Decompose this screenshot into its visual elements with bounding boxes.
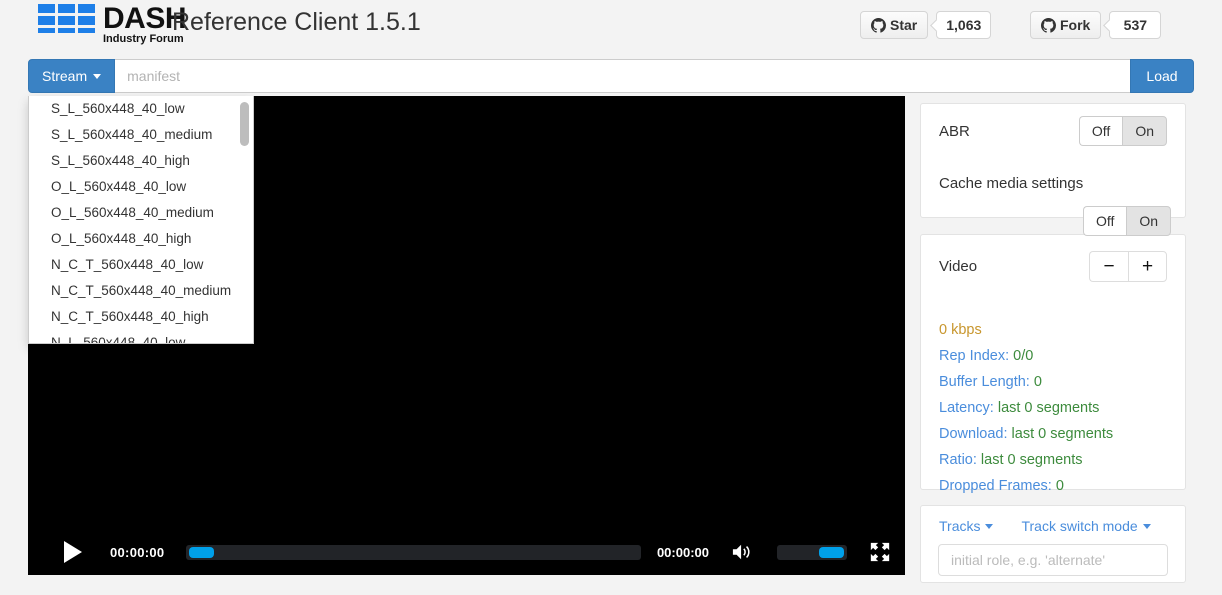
dropdown-item[interactable]: S_L_560x448_40_medium	[29, 122, 253, 148]
stat-row: Ratio: last 0 segments	[939, 447, 1167, 473]
stat-row: Download: last 0 segments	[939, 421, 1167, 447]
chevron-down-icon	[93, 73, 102, 79]
stat-key: Latency:	[939, 400, 998, 416]
cache-on-button[interactable]: On	[1126, 206, 1172, 236]
stat-row: Latency: last 0 segments	[939, 395, 1167, 421]
stat-bitrate: 0 kbps	[939, 322, 982, 338]
stat-value: 0	[1055, 478, 1064, 494]
stat-value: 0	[1033, 374, 1042, 390]
dropdown-item[interactable]: N_L_560x448_40_low	[29, 330, 253, 343]
dropdown-item[interactable]: N_C_T_560x448_40_high	[29, 304, 253, 330]
abr-panel: ABR Off On Cache media settings	[920, 103, 1186, 218]
tracks-dropdown[interactable]: Tracks	[939, 518, 994, 534]
volume-icon[interactable]	[731, 542, 753, 562]
cache-media-label: Cache media settings	[939, 174, 1084, 192]
chevron-down-icon	[985, 523, 994, 529]
track-switch-mode-dropdown[interactable]: Track switch mode	[1021, 518, 1151, 534]
current-time: 00:00:00	[110, 544, 165, 560]
tracks-dropdown-label: Tracks	[939, 518, 981, 534]
volume-handle[interactable]	[819, 546, 844, 558]
stat-key: Buffer Length:	[939, 374, 1034, 390]
tracks-panel: Tracks Track switch mode	[920, 505, 1186, 583]
dropdown-item[interactable]: N_C_T_560x448_40_low	[29, 252, 253, 278]
stat-row: Buffer Length: 0	[939, 369, 1167, 395]
volume-slider[interactable]	[777, 544, 847, 560]
page-title: Reference Client 1.5.1	[172, 8, 421, 36]
github-star-count[interactable]: 1,063	[936, 11, 992, 39]
stat-row: Rep Index: 0/0	[939, 343, 1167, 369]
chevron-down-icon	[1142, 523, 1151, 529]
quality-decrease-button[interactable]: −	[1089, 250, 1128, 282]
stat-key: Dropped Frames:	[939, 478, 1056, 494]
dropdown-item[interactable]: O_L_560x448_40_medium	[29, 200, 253, 226]
cache-off-button[interactable]: Off	[1083, 206, 1127, 236]
quality-stepper[interactable]: − +	[1089, 250, 1167, 282]
seek-handle[interactable]	[189, 546, 215, 558]
dropdown-scrollbar[interactable]	[240, 98, 251, 342]
tracks-row: Tracks Track switch mode	[921, 506, 1185, 534]
github-fork-group: Fork 537	[1030, 11, 1162, 39]
github-fork-button[interactable]: Fork	[1030, 11, 1102, 39]
abr-on-button[interactable]: On	[1122, 116, 1167, 146]
app-header: DASH Industry Forum Reference Client 1.5…	[0, 0, 1222, 53]
stream-dropdown-menu[interactable]: S_L_560x448_40_low S_L_560x448_40_medium…	[28, 96, 254, 344]
cache-media-toggle[interactable]: Off On	[1083, 206, 1172, 236]
github-fork-count[interactable]: 537	[1109, 11, 1162, 39]
stat-value: last 0 segments	[980, 452, 1083, 468]
track-switch-mode-label: Track switch mode	[1021, 518, 1138, 534]
abr-label: ABR	[939, 122, 970, 140]
stat-value: last 0 segments	[997, 400, 1100, 416]
abr-toggle[interactable]: Off On	[1078, 116, 1167, 146]
cache-row: Cache media settings	[921, 158, 1185, 208]
dropdown-item[interactable]: S_L_560x448_40_low	[29, 96, 253, 122]
video-stats-list: 0 kbps Rep Index: 0/0 Buffer Length: 0 L…	[921, 317, 1185, 499]
play-icon[interactable]	[64, 541, 82, 563]
video-header-row: Video − +	[921, 235, 1185, 297]
stream-dropdown-button[interactable]: Stream	[28, 59, 116, 93]
github-fork-label: Fork	[1060, 17, 1091, 33]
quality-increase-button[interactable]: +	[1128, 250, 1167, 282]
github-icon	[871, 17, 886, 33]
duration-time: 00:00:00	[656, 544, 709, 560]
fullscreen-icon[interactable]	[869, 541, 891, 563]
github-star-group: Star 1,063	[860, 11, 992, 39]
dropdown-item[interactable]: O_L_560x448_40_high	[29, 226, 253, 252]
player-controls: 00:00:00 00:00:00	[28, 529, 905, 575]
abr-row: ABR Off On	[921, 104, 1185, 158]
stat-key: Rep Index:	[939, 348, 1014, 364]
dash-logo-mark	[38, 4, 100, 33]
dropdown-item[interactable]: O_L_560x448_40_low	[29, 174, 253, 200]
stat-value: 0/0	[1013, 348, 1034, 364]
github-star-label: Star	[890, 17, 918, 33]
stat-row: Dropped Frames: 0	[939, 473, 1167, 499]
load-button[interactable]: Load	[1130, 59, 1194, 93]
stat-value: last 0 segments	[1011, 426, 1114, 442]
github-star-button[interactable]: Star	[860, 11, 929, 39]
dropdown-item[interactable]: N_C_T_560x448_40_medium	[29, 278, 253, 304]
brand-logo: DASH Industry Forum	[38, 4, 187, 45]
dropdown-scrollbar-thumb[interactable]	[240, 102, 249, 146]
video-metrics-panel: Video − + 0 kbps Rep Index: 0/0 Buffer L…	[920, 234, 1186, 494]
dropdown-item[interactable]: S_L_560x448_40_high	[29, 148, 253, 174]
abr-off-button[interactable]: Off	[1078, 116, 1123, 146]
stat-key: Ratio:	[939, 452, 981, 468]
stream-dropdown-label: Stream	[42, 68, 88, 84]
initial-role-input[interactable]	[938, 544, 1168, 576]
stat-key: Download:	[939, 426, 1012, 442]
seek-bar[interactable]	[186, 544, 641, 560]
manifest-input[interactable]	[115, 59, 1130, 93]
stream-bar: Stream Load	[28, 59, 1194, 93]
video-label: Video	[939, 257, 978, 275]
github-icon	[1041, 17, 1056, 33]
